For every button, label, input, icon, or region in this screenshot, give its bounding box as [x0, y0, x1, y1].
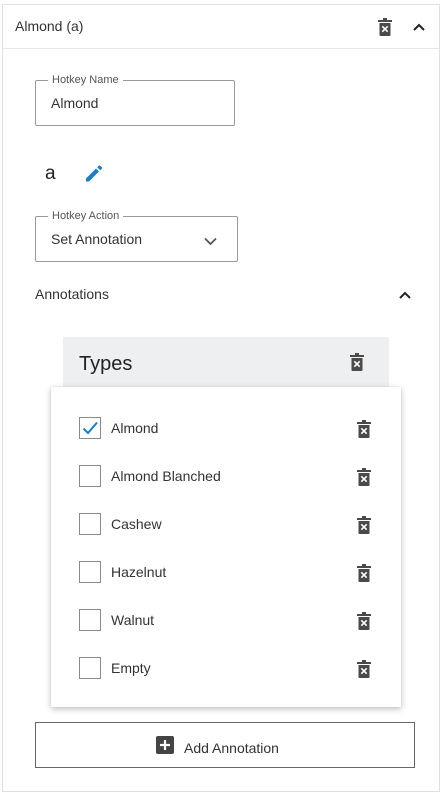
type-label: Empty [111, 660, 151, 676]
chevron-down-icon [204, 233, 217, 251]
type-label: Walnut [111, 612, 155, 628]
checkmark-icon [82, 421, 98, 435]
add-annotation-content: Add Annotation [156, 736, 279, 759]
delete-type-trash-icon[interactable] [354, 563, 374, 583]
delete-hotkey-trash-icon[interactable] [375, 17, 395, 37]
type-checkbox-empty[interactable] [79, 657, 101, 679]
panel-header[interactable]: Almond (a) [3, 5, 439, 49]
edit-hotkey-pencil-icon[interactable] [83, 162, 105, 189]
add-annotation-label: Add Annotation [184, 739, 279, 756]
type-checkbox-hazelnut[interactable] [79, 561, 101, 583]
delete-type-trash-icon[interactable] [354, 659, 374, 679]
hotkey-action-value: Set Annotation [51, 231, 143, 247]
type-checkbox-walnut[interactable] [79, 609, 101, 631]
hotkey-name-value: Almond [51, 95, 99, 111]
type-label: Almond Blanched [111, 468, 221, 484]
type-row-cashew: Cashew [51, 501, 401, 549]
delete-type-trash-icon[interactable] [354, 419, 374, 439]
collapse-annotations-chevron-up-icon[interactable] [395, 285, 415, 305]
type-row-almond: Almond [51, 405, 401, 453]
types-header: Types [63, 337, 389, 387]
collapse-panel-chevron-up-icon[interactable] [409, 17, 429, 37]
type-checkbox-almond[interactable] [79, 417, 101, 439]
type-label: Almond [111, 420, 159, 436]
plus-box-icon [156, 736, 174, 759]
delete-types-trash-icon[interactable] [347, 352, 367, 372]
hotkey-action-select[interactable]: Hotkey Action Set Annotation [35, 209, 238, 262]
hotkey-action-legend: Hotkey Action [48, 209, 124, 223]
type-row-empty: Empty [51, 645, 401, 693]
panel-title: Almond (a) [15, 18, 84, 34]
annotations-label: Annotations [35, 286, 109, 302]
types-list: Almond Almond Blanched Cashew Hazelnut W… [51, 387, 401, 707]
type-checkbox-cashew[interactable] [79, 513, 101, 535]
type-row-hazelnut: Hazelnut [51, 549, 401, 597]
hotkey-panel: Almond (a) Hotkey Name Almond a Hotkey A… [2, 4, 440, 792]
delete-type-trash-icon[interactable] [354, 467, 374, 487]
type-label: Hazelnut [111, 564, 167, 580]
hotkey-name-field[interactable]: Hotkey Name Almond [35, 73, 235, 126]
type-row-almond-blanched: Almond Blanched [51, 453, 401, 501]
type-row-walnut: Walnut [51, 597, 401, 645]
hotkey-name-legend: Hotkey Name [48, 73, 123, 87]
type-checkbox-almond-blanched[interactable] [79, 465, 101, 487]
add-annotation-button[interactable]: Add Annotation [35, 722, 415, 768]
types-title: Types [79, 353, 133, 375]
type-label: Cashew [111, 516, 162, 532]
delete-type-trash-icon[interactable] [354, 515, 374, 535]
delete-type-trash-icon[interactable] [354, 611, 374, 631]
hotkey-key: a [45, 163, 56, 184]
